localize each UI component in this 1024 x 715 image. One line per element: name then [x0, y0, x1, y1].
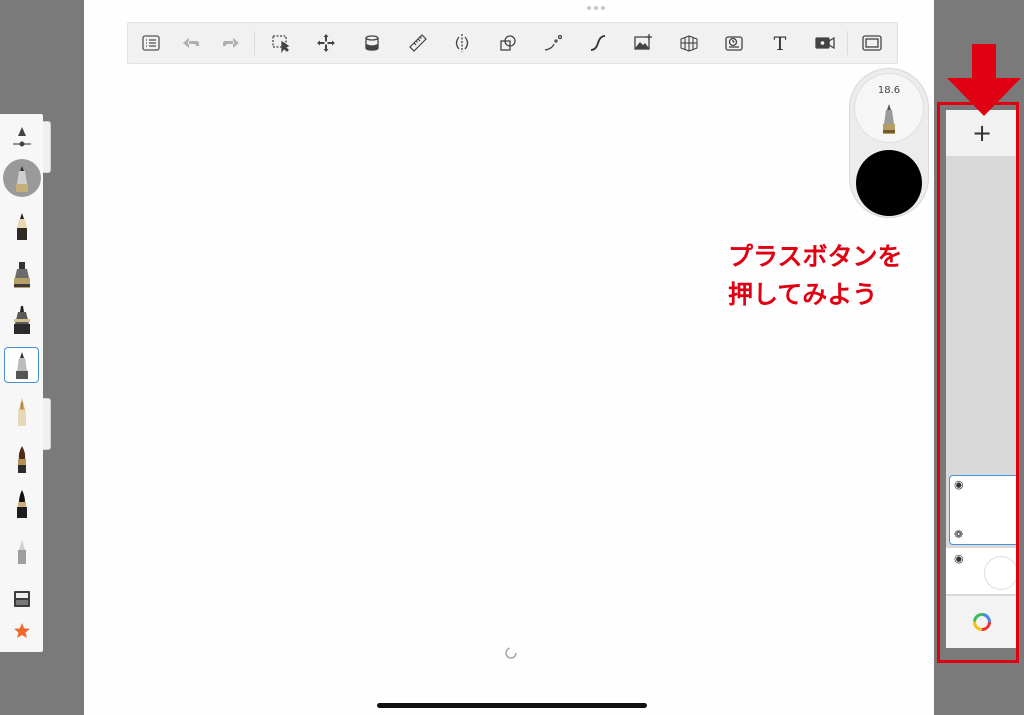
undo-icon[interactable] [177, 29, 205, 57]
brush-palette-tab-top[interactable] [43, 121, 51, 173]
record-icon[interactable] [811, 29, 839, 57]
brush-settings-icon[interactable] [4, 120, 39, 156]
perspective-grid-icon[interactable] [675, 29, 703, 57]
ruler-icon[interactable] [404, 29, 432, 57]
technical-pen-icon[interactable] [4, 302, 39, 338]
marker-icon[interactable] [4, 256, 39, 292]
curve-icon[interactable] [584, 29, 612, 57]
shapes-icon[interactable] [494, 29, 522, 57]
svg-text:T: T [774, 33, 787, 53]
highlight-box [937, 102, 1019, 663]
brush-size-value: 18.6 [877, 85, 901, 96]
color-swatch[interactable] [856, 150, 922, 216]
favorites-star-icon[interactable] [4, 614, 39, 650]
current-brush-preview-icon [883, 104, 895, 134]
redo-icon[interactable] [217, 29, 245, 57]
fullscreen-icon[interactable] [858, 29, 886, 57]
instruction-text: プラスボタンを 押してみよう [728, 238, 938, 314]
instruction-line-2: 押してみよう [728, 280, 878, 309]
sync-icon [505, 647, 517, 659]
selection-icon[interactable] [267, 29, 295, 57]
airbrush-icon[interactable] [4, 534, 39, 570]
time-lapse-icon[interactable] [720, 29, 748, 57]
toolbar-grip[interactable] [587, 6, 605, 10]
pencil-icon[interactable] [4, 208, 39, 244]
symmetry-icon[interactable] [448, 29, 476, 57]
brush-puck[interactable]: 18.6 [849, 68, 929, 218]
home-indicator[interactable] [377, 703, 647, 708]
brush-palette-tab-bottom[interactable] [43, 398, 51, 450]
perspective-stroke-icon[interactable] [539, 29, 567, 57]
instruction-line-1: プラスボタンを [728, 242, 903, 271]
red-arrow-icon [947, 44, 1021, 116]
text-icon[interactable]: T [766, 29, 794, 57]
brush-palette [0, 114, 43, 652]
ink-brush-icon[interactable] [4, 486, 39, 522]
brush-size-control[interactable]: 18.6 [854, 73, 924, 143]
fountain-pen-icon[interactable] [4, 394, 39, 430]
list-icon[interactable] [137, 29, 165, 57]
transform-icon[interactable] [312, 29, 340, 57]
drawing-canvas[interactable] [84, 0, 934, 715]
fill-icon[interactable] [358, 29, 386, 57]
ballpoint-pen-icon[interactable] [4, 347, 39, 383]
brush-library-icon[interactable] [4, 581, 39, 617]
import-image-icon[interactable] [629, 29, 657, 57]
current-brush-icon[interactable] [3, 159, 41, 197]
main-toolbar: T [127, 22, 898, 64]
paintbrush-icon[interactable] [4, 441, 39, 477]
